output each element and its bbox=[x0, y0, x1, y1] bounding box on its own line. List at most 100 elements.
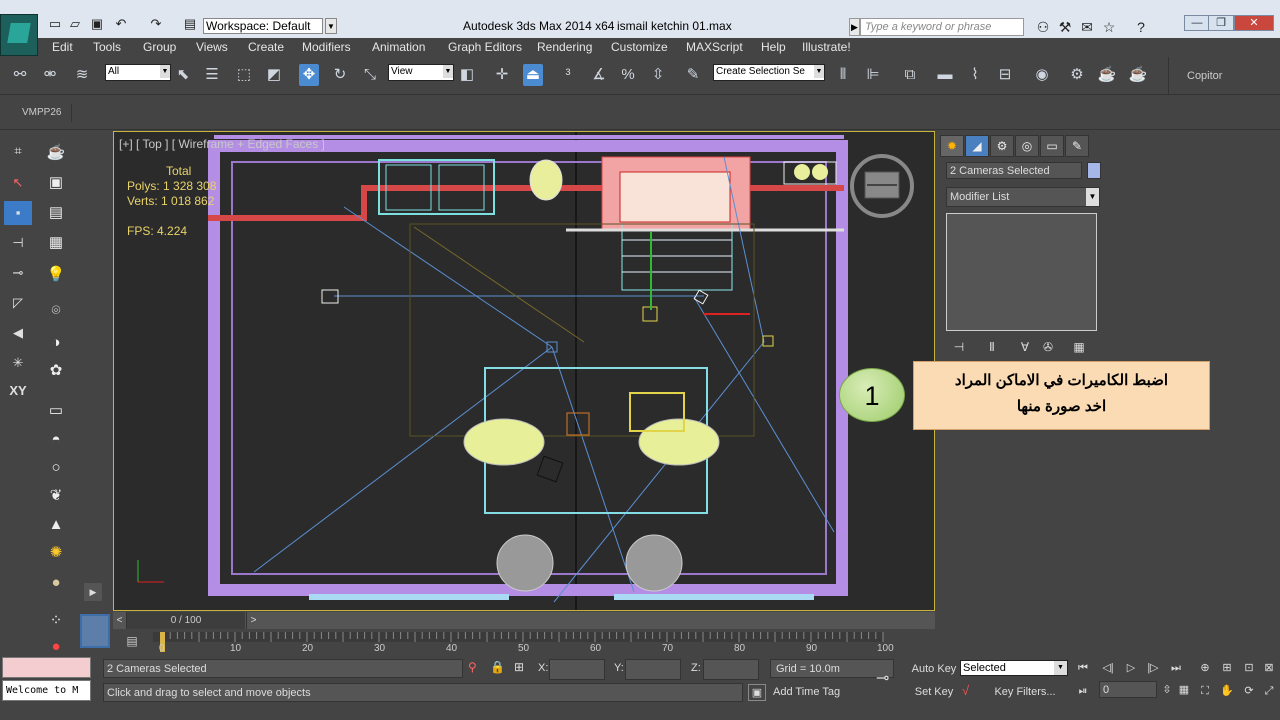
image-plane-icon[interactable]: ▣ bbox=[43, 171, 69, 195]
restore-button[interactable]: ❐ bbox=[1208, 15, 1234, 31]
select-manipulate-icon[interactable]: ✛ bbox=[492, 64, 512, 86]
selection-name-field[interactable]: 2 Cameras Selected bbox=[946, 162, 1082, 179]
maxscript-listener-input[interactable] bbox=[2, 657, 91, 678]
link-icon[interactable]: ⚯ bbox=[10, 64, 30, 86]
zoom-icon[interactable]: ⊕ bbox=[1196, 660, 1214, 676]
plane-icon[interactable]: ▭ bbox=[43, 399, 69, 423]
material-editor-icon[interactable]: ◉ bbox=[1032, 64, 1052, 86]
isolate-selection-icon[interactable]: ⚲ bbox=[468, 660, 482, 676]
field-of-view-icon[interactable]: ⛶ bbox=[1196, 683, 1214, 699]
unlink-icon[interactable]: ⚮ bbox=[40, 64, 60, 86]
set-key-button[interactable]: Set Key bbox=[911, 683, 957, 701]
go-to-start-icon[interactable]: ⏮ bbox=[1074, 660, 1092, 676]
vertex-snap-icon[interactable]: ▪ bbox=[4, 201, 32, 225]
light-bulb-icon[interactable]: 💡 bbox=[43, 263, 69, 287]
bind-space-warp-icon[interactable]: ≋ bbox=[72, 64, 92, 86]
angle-snap-icon[interactable]: ∡ bbox=[589, 64, 609, 86]
y-coordinate-field[interactable] bbox=[625, 659, 681, 680]
selection-filter-dropdown[interactable]: All ▼ bbox=[105, 64, 171, 81]
go-to-end-icon[interactable]: ⏭ bbox=[1167, 660, 1185, 676]
table-icon[interactable]: ▦ bbox=[43, 231, 69, 255]
select-and-scale-icon[interactable]: ⤡ bbox=[360, 64, 380, 86]
modifier-list-dropdown[interactable]: Modifier List bbox=[946, 187, 1100, 207]
favorites-star-icon[interactable]: ☆ bbox=[1100, 18, 1118, 36]
menu-edit[interactable]: Edit bbox=[52, 40, 73, 54]
align-icon[interactable]: ⊫ bbox=[863, 64, 883, 86]
auto-key-button[interactable]: Auto Key bbox=[911, 660, 957, 678]
sun-icon[interactable]: ✺ bbox=[43, 541, 69, 565]
window-crossing-icon[interactable]: ◩ bbox=[264, 64, 284, 86]
cone-icon[interactable]: ▲ bbox=[43, 513, 69, 537]
key-mode-dropdown[interactable]: Selected bbox=[960, 660, 1068, 676]
new-file-icon[interactable]: ▭ bbox=[47, 17, 63, 31]
play-icon[interactable]: ▷ bbox=[1122, 660, 1140, 676]
key-icon[interactable]: ⊸ bbox=[876, 668, 902, 687]
save-file-icon[interactable]: ▣ bbox=[89, 17, 105, 31]
key-filters-button[interactable]: Key Filters... bbox=[990, 683, 1060, 701]
absolute-offset-icon[interactable]: ⊞ bbox=[514, 660, 530, 676]
modifier-stack[interactable] bbox=[946, 213, 1097, 331]
camera-icon[interactable]: ⌾ bbox=[43, 299, 69, 323]
redo-icon[interactable]: ↷ bbox=[148, 17, 164, 31]
menu-modifiers[interactable]: Modifiers bbox=[302, 40, 351, 54]
render-production-icon[interactable]: ☕ bbox=[1128, 64, 1148, 86]
track-bar[interactable]: ▤ 0 10 20 30 40 50 60 70 80 90 100 bbox=[113, 630, 935, 656]
selection-color-swatch[interactable] bbox=[1087, 162, 1101, 179]
hemisphere-icon[interactable]: ◓ bbox=[43, 428, 69, 452]
named-selection-dropdown[interactable]: Create Selection Se ▼ bbox=[713, 64, 825, 81]
endpoint-snap-icon[interactable]: ⊣ bbox=[4, 231, 32, 255]
add-time-tag-button[interactable]: Add Time Tag bbox=[773, 686, 840, 698]
keyboard-shortcut-override-icon[interactable]: ⏏ bbox=[523, 64, 543, 86]
minimize-button[interactable]: — bbox=[1184, 15, 1210, 31]
render-setup-icon[interactable]: ⚙ bbox=[1067, 64, 1087, 86]
globe-icon[interactable]: ● bbox=[43, 571, 69, 595]
teapot-icon[interactable]: ☕ bbox=[43, 141, 69, 165]
chevron-down-icon[interactable]: ▼ bbox=[325, 18, 337, 34]
edit-named-selection-icon[interactable]: ✎ bbox=[683, 64, 703, 86]
previous-key-icon[interactable]: ◁| bbox=[1099, 660, 1117, 676]
pivot-snap-icon[interactable]: ↖ bbox=[4, 171, 32, 195]
search-input[interactable]: Type a keyword or phrase bbox=[860, 18, 1024, 36]
spinner-icon[interactable]: ⇳ bbox=[1158, 682, 1176, 698]
make-unique-icon[interactable]: ∀ bbox=[1016, 339, 1034, 355]
plant-icon[interactable]: ❦ bbox=[43, 484, 69, 508]
binoculars-icon[interactable]: ⚇ bbox=[1034, 18, 1052, 36]
menu-create[interactable]: Create bbox=[248, 40, 284, 54]
particle-icon[interactable]: ⁘ bbox=[43, 609, 69, 633]
menu-illustrate[interactable]: Illustrate! bbox=[802, 40, 851, 54]
menu-graph-editors[interactable]: Graph Editors bbox=[448, 40, 522, 54]
select-object-icon[interactable]: ⬉ bbox=[173, 64, 193, 86]
create-tab-icon[interactable]: ✹ bbox=[940, 135, 964, 157]
show-end-result-icon[interactable]: Ⅱ bbox=[983, 339, 1001, 355]
list-panel-icon[interactable]: ▤ bbox=[43, 201, 69, 225]
zoom-all-icon[interactable]: ⊞ bbox=[1218, 660, 1236, 676]
vmpp-button[interactable]: VMPP26 bbox=[6, 104, 72, 122]
display-tab-icon[interactable]: ▭ bbox=[1040, 135, 1064, 157]
zoom-extents-icon[interactable]: ⊡ bbox=[1240, 660, 1258, 676]
current-frame-field[interactable]: 0 bbox=[1099, 681, 1157, 698]
orbit-icon[interactable]: ⟳ bbox=[1240, 683, 1258, 699]
schematic-view-icon[interactable]: ⊟ bbox=[995, 64, 1015, 86]
undo-icon[interactable]: ↶ bbox=[113, 17, 129, 31]
rendered-frame-window-icon[interactable]: ☕ bbox=[1097, 64, 1117, 86]
project-folder-icon[interactable]: ▤ bbox=[182, 17, 198, 31]
lock-selection-icon[interactable]: 🔒 bbox=[490, 660, 505, 676]
menu-help[interactable]: Help bbox=[761, 40, 786, 54]
top-viewport[interactable]: [+] [ Top ] [ Wireframe + Edged Faces ] … bbox=[113, 131, 935, 611]
edge-snap-icon[interactable]: ◸ bbox=[4, 291, 32, 315]
pivot-center-icon[interactable]: ◧ bbox=[457, 64, 477, 86]
percent-snap-icon[interactable]: % bbox=[618, 64, 638, 86]
menu-maxscript[interactable]: MAXScript bbox=[686, 40, 743, 54]
mirror-icon[interactable]: ⫴ bbox=[833, 64, 853, 86]
wrench-icon[interactable]: ⚒ bbox=[1056, 18, 1074, 36]
mini-viewport-icon[interactable] bbox=[80, 614, 110, 648]
close-button[interactable]: ✕ bbox=[1234, 15, 1274, 31]
key-mode-toggle-icon[interactable]: ⏯ bbox=[1074, 683, 1092, 699]
graphite-modeling-icon[interactable]: ▬ bbox=[935, 64, 955, 86]
group-objects-icon[interactable]: ✿ bbox=[43, 359, 69, 383]
chevron-down-icon[interactable]: ▼ bbox=[1054, 661, 1067, 675]
workspace-dropdown[interactable]: Workspace: Default bbox=[203, 18, 323, 34]
maxscript-listener-output[interactable]: Welcome to M bbox=[2, 680, 91, 701]
midpoint-snap-icon[interactable]: ⊸ bbox=[4, 261, 32, 285]
track-view-icon[interactable]: ▤ bbox=[123, 634, 141, 650]
